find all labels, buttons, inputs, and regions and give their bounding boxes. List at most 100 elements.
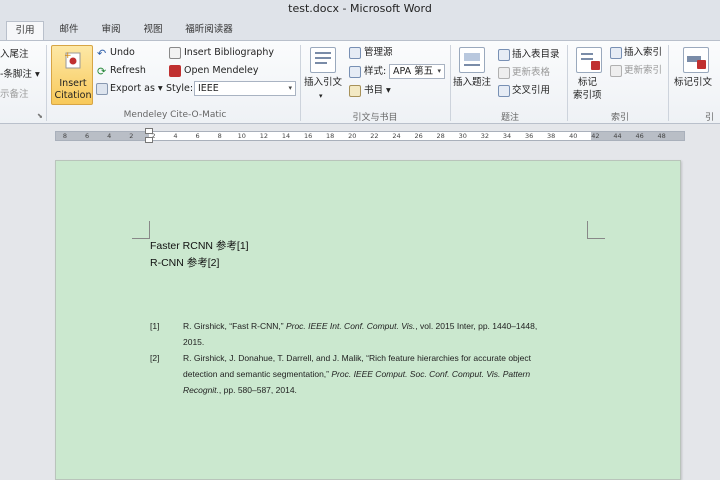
refresh-icon: ⟳ [97,65,107,78]
ruler-number: 46 [635,132,644,140]
insert-endnote-button[interactable]: 入尾注 [0,49,29,61]
citation-style-value: APA 第五 [393,66,434,77]
undo-icon: ↶ [97,47,107,60]
ref-text: R. Girshick, “Fast R-CNN,” [183,321,286,331]
chevron-down-icon: ▾ [319,92,323,100]
insert-table-of-figures-button[interactable]: 插入表目录 [512,49,560,61]
first-line-indent-marker[interactable] [145,128,153,134]
bibliography-book-icon [349,85,361,97]
ruler-number: 44 [613,132,622,140]
export-as-button[interactable]: Export as ▾ [110,83,163,95]
refresh-button[interactable]: Refresh [110,65,146,77]
insert-caption-icon [459,47,485,73]
mark-entry-button-line2[interactable]: 索引项 [573,90,602,102]
ruler-number: 4 [107,132,112,140]
crop-mark-top-left [132,221,150,239]
reference-2-line-1[interactable]: R. Girshick, J. Donahue, T. Darrell, and… [183,352,531,364]
ruler-number: 38 [547,132,556,140]
reference-number: [1] [150,321,160,331]
tab-label: 视图 [143,24,163,35]
ruler-number: 32 [480,132,490,140]
mendeley-group-label: Mendeley Cite-O-Matic [123,110,227,120]
ruler-number: 8 [217,132,222,140]
update-index-button[interactable]: 更新索引 [624,65,662,77]
tab-references[interactable]: 引用 [6,21,44,40]
ruler-number: 36 [524,132,534,140]
undo-button[interactable]: Undo [110,47,135,59]
mark-entry-button-line1[interactable]: 标记 [578,77,597,89]
tab-review[interactable]: 审阅 [94,21,128,40]
ref-journal: Proc. IEEE Int. Conf. Comput. Vis. [285,321,416,331]
group-separator [46,45,47,121]
ruler-number: 18 [326,132,335,140]
title-bar: test.docx - Microsoft Word [0,0,720,18]
crop-mark-top-right [587,221,605,239]
group-separator [300,45,301,121]
reference-2-line-3[interactable]: Recognit., pp. 580–587, 2014. [183,384,297,396]
reference-number: [2] [150,353,160,363]
body-line-2[interactable]: R-CNN 参考[2] [150,255,219,270]
open-mendeley-button[interactable]: Open Mendeley [184,65,258,77]
body-line-1[interactable]: Faster RCNN 参考[1] [150,238,249,253]
insert-index-button[interactable]: 插入索引 [624,47,662,59]
group-separator [567,45,568,121]
mark-entry-icon [576,47,602,73]
ribbon-tabs: 引用 邮件 审阅 视图 福昕阅读器 [0,18,720,40]
ref-text: detection and semantic segmentation,” [183,369,332,379]
ruler-number: 34 [502,132,512,140]
horizontal-ruler[interactable]: 8 6 4 2 2 4 6 8 10 12 14 16 18 20 22 24 26 28 30 32 34 36 38 40… [0,126,720,146]
show-notes-button[interactable]: 示备注 [0,89,29,101]
document-area: Faster RCNN 参考[1] R-CNN 参考[2] [1] R. Gir… [0,146,720,480]
left-indent-marker[interactable] [145,137,153,143]
ruler-number: 26 [414,132,423,140]
reference-1-line-2[interactable]: 2015. [183,336,204,348]
insert-citation-icon [310,47,336,73]
window-title: test.docx - Microsoft Word [288,2,432,15]
tab-mailings[interactable]: 邮件 [52,21,86,40]
insert-citation-label-1: Insert [59,78,87,89]
ruler-number: 16 [303,132,313,140]
bibliography-button[interactable]: 书目 ▾ [364,85,391,97]
reference-1-line-1[interactable]: R. Girshick, “Fast R-CNN,” Proc. IEEE In… [183,320,537,332]
ruler-number: 28 [436,132,445,140]
style-icon [349,66,361,78]
mendeley-insert-icon: + [64,51,81,69]
insert-citation-cn-button[interactable]: 插入引文 [304,77,342,89]
tab-label: 福昕阅读器 [185,24,233,35]
chevron-down-icon: ▾ [437,67,441,75]
tab-label: 审阅 [101,24,121,35]
group-separator [668,45,669,121]
dialog-launcher-icon[interactable]: ⬊ [37,112,43,120]
mark-citation-button[interactable]: 标记引文 [674,77,712,89]
manage-sources-button[interactable]: 管理源 [364,47,393,59]
insert-index-icon [610,47,622,59]
citation-style-select[interactable]: APA 第五 ▾ [389,64,445,79]
ruler-number: 6 [195,132,200,140]
tab-label: 邮件 [59,24,79,35]
mendeley-style-select[interactable]: IEEE ▾ [194,81,296,96]
insert-citation-label-2: Citation [54,90,92,101]
tab-view[interactable]: 视图 [136,21,170,40]
ruler-number: 30 [458,132,467,140]
ruler-number: 22 [370,132,379,140]
style-value: IEEE [198,83,219,94]
ruler-left-margin [56,132,149,140]
next-footnote-button[interactable]: -条脚注 ▾ [0,69,40,81]
insert-caption-button[interactable]: 插入题注 [453,77,491,89]
update-table-button[interactable]: 更新表格 [512,67,550,79]
ruler-number: 48 [657,132,666,140]
update-table-icon [498,67,510,79]
table-of-figures-icon [498,49,510,61]
ruler-number: 24 [392,132,401,140]
ruler-number: 40 [569,132,578,140]
reference-2-line-2[interactable]: detection and semantic segmentation,” Pr… [183,368,530,380]
ribbon: 入尾注 -条脚注 ▾ 示备注 ⬊ + Insert Citation ↶ Und… [0,40,720,124]
insert-citation-button[interactable]: + Insert Citation [51,45,93,105]
captions-group-label: 题注 [500,113,519,123]
cross-reference-button[interactable]: 交叉引用 [512,85,550,97]
document-page[interactable]: Faster RCNN 参考[1] R-CNN 参考[2] [1] R. Gir… [55,160,681,480]
tab-foxit-reader[interactable]: 福昕阅读器 [178,21,240,40]
ruler-number: 20 [348,132,357,140]
ref-text: , vol. 2015 Inter, pp. 1440–1448, [415,321,538,331]
insert-bibliography-button[interactable]: Insert Bibliography [184,47,274,59]
